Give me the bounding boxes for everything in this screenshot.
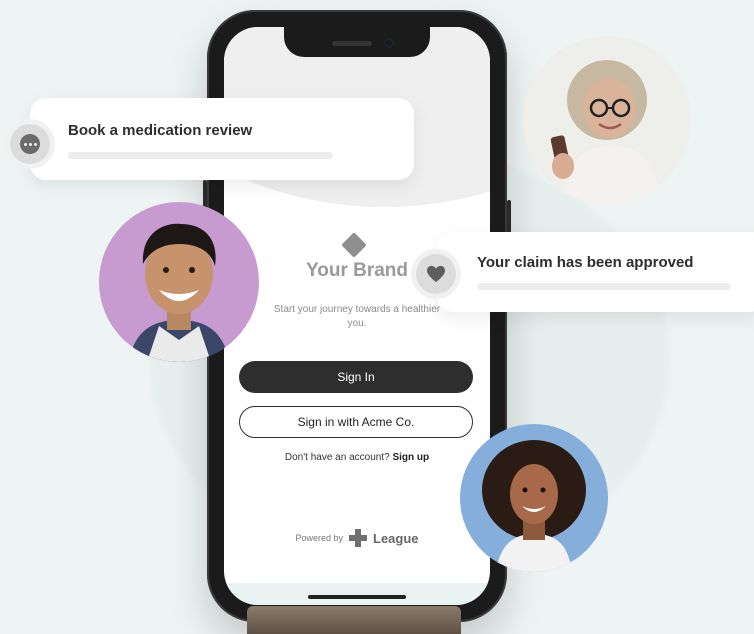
phone-notch — [284, 27, 430, 57]
signup-prompt: Don't have an account? Sign up — [224, 452, 490, 463]
card-placeholder-bar — [68, 152, 333, 159]
tagline: Start your journey towards a healthier y… — [273, 304, 441, 329]
sign-in-button[interactable]: Sign In — [239, 361, 473, 393]
league-logo-icon — [349, 529, 367, 547]
powered-by: Powered by League — [224, 529, 490, 547]
powered-by-text: Powered by — [295, 533, 343, 543]
no-account-text: Don't have an account? — [284, 452, 390, 463]
front-camera-icon — [384, 38, 394, 48]
avatar-woman — [460, 424, 608, 572]
chat-dots-icon — [10, 124, 50, 164]
brand-logo-icon — [341, 232, 367, 258]
card-title: Your claim has been approved — [477, 254, 694, 271]
sign-up-link[interactable]: Sign up — [392, 452, 429, 463]
provider-name: League — [373, 530, 419, 546]
card-placeholder-bar — [477, 283, 731, 290]
medication-review-card[interactable]: Book a medication review — [30, 98, 414, 180]
speaker-grille — [332, 41, 372, 46]
avatar-man — [99, 202, 259, 362]
avatar-older-woman — [523, 36, 691, 204]
home-indicator[interactable] — [308, 595, 406, 599]
card-title: Book a medication review — [68, 122, 253, 139]
sso-sign-in-button[interactable]: Sign in with Acme Co. — [239, 406, 473, 438]
screen-footer-tint — [224, 583, 490, 605]
heart-icon — [416, 254, 456, 294]
claim-approved-card[interactable]: Your claim has been approved — [437, 232, 754, 312]
